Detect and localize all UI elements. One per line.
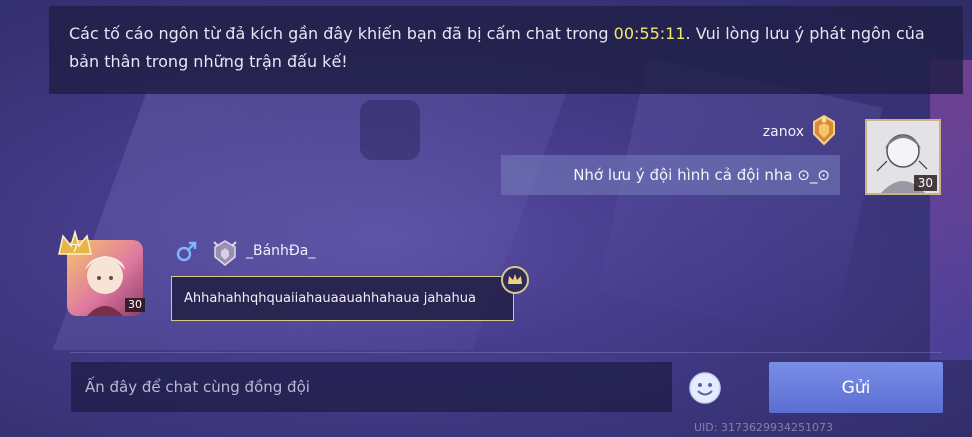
ban-timer: 00:55:11 [613, 24, 686, 43]
rank-badge-icon [213, 240, 237, 266]
chat-ban-notice: Các tố cáo ngôn từ đả kích gần đây khiến… [49, 6, 963, 94]
avatar-right[interactable]: 30 [865, 119, 941, 195]
rank-badge-icon [813, 114, 835, 146]
send-button[interactable]: Gửi [769, 362, 943, 413]
rank-number: 7 [72, 242, 79, 255]
message-bubble-left: Ahhahahhqhquaiiahauaauahhahaua jahahua [171, 276, 514, 321]
smiley-icon[interactable] [688, 371, 722, 405]
avatar-left[interactable]: 7 30 [55, 228, 155, 323]
crown-icon [501, 266, 529, 294]
chat-input[interactable]: Ấn đây để chat cùng đồng đội [71, 362, 672, 412]
male-icon [176, 241, 197, 262]
sender-name-left: _BánhĐa_ [246, 243, 316, 259]
uid-label: UID: 3173629934251073 [694, 421, 833, 434]
composer-divider [70, 352, 942, 353]
avatar-level-left: 30 [125, 298, 145, 312]
notice-text-before: Các tố cáo ngôn từ đả kích gần đây khiến… [69, 24, 614, 43]
message-bubble-right: Nhớ lưu ý đội hình cả đội nha ⊙_⊙ [501, 155, 840, 195]
chat-input-placeholder: Ấn đây để chat cùng đồng đội [85, 378, 310, 396]
avatar-level-right: 30 [913, 175, 937, 191]
sender-name-right: zanox [762, 124, 804, 140]
rank-crown-icon: 7 [58, 229, 92, 255]
